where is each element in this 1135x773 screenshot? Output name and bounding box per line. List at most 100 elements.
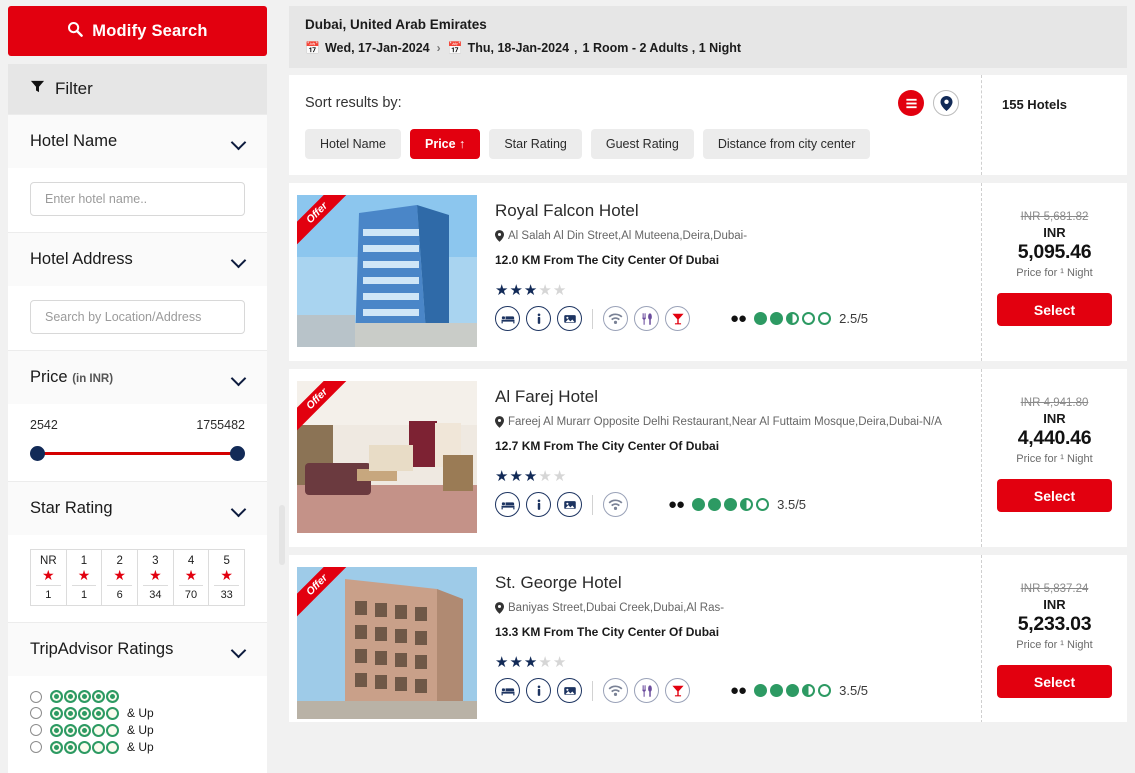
bar-icon[interactable] (665, 306, 690, 331)
photo-icon[interactable] (557, 492, 582, 517)
hotel-card-left: Offer St. George Hotel Baniyas Street,Du… (289, 555, 981, 722)
star-icon: ★ (42, 567, 55, 583)
info-icon[interactable] (526, 492, 551, 517)
photo-icon[interactable] (557, 306, 582, 331)
calendar-icon: 📅 (447, 41, 463, 55)
price-slider-min-handle[interactable] (30, 446, 45, 461)
info-icon[interactable] (526, 678, 551, 703)
select-button[interactable]: Select (997, 479, 1112, 512)
sort-chip-hotelname[interactable]: Hotel Name (305, 129, 401, 159)
hotel-thumbnail[interactable]: Offer (297, 567, 477, 719)
ta-bubble (64, 740, 77, 754)
accordion-price-label: Price (in INR) (30, 368, 113, 387)
accordion-hotel-name[interactable]: Hotel Name (8, 114, 267, 168)
hotel-distance: 12.7 KM From The City Center Of Dubai (495, 439, 720, 453)
star-filter-label: 5 (223, 555, 230, 567)
sort-chip-guestrating[interactable]: Guest Rating (590, 129, 694, 159)
list-view-icon[interactable] (898, 90, 924, 116)
restaurant-icon[interactable] (634, 678, 659, 703)
wifi-icon[interactable] (603, 492, 628, 517)
price-slider-track (36, 452, 239, 455)
sort-controls: Sort results by: Hotel Name Price ↑ Star… (289, 75, 981, 175)
restaurant-icon[interactable] (634, 306, 659, 331)
page-scrollbar[interactable] (275, 0, 289, 722)
date-separator: › (436, 41, 441, 55)
star-rating-grid: NR ★ 1 1 ★ 1 2 ★ 6 3 ★ 34 4 ★ 70 5 ★ 33 (30, 549, 245, 606)
wifi-icon[interactable] (603, 678, 628, 703)
price-min-value: 2542 (30, 418, 58, 432)
hotel-count: 155 Hotels (1002, 97, 1068, 112)
location-pin-icon (495, 416, 504, 431)
select-button[interactable]: Select (997, 665, 1112, 698)
sort-chip-starrating[interactable]: Star Rating (489, 129, 582, 159)
hotel-name[interactable]: Royal Falcon Hotel (495, 201, 971, 221)
hotel-card[interactable]: Offer Al Farej Hotel Fareej Al Murarr Op… (289, 369, 1127, 547)
star-filter-1[interactable]: 1 ★ 1 (67, 550, 103, 605)
sort-chip-distancefromcitycenter[interactable]: Distance from city center (702, 129, 871, 159)
search-icon (67, 21, 84, 42)
ta-bubble-row (50, 740, 119, 754)
hotel-name[interactable]: St. George Hotel (495, 573, 971, 593)
hotel-card[interactable]: Offer St. George Hotel Baniyas Street,Du… (289, 555, 1127, 722)
sort-bar: Sort results by: Hotel Name Price ↑ Star… (289, 75, 1127, 175)
price-slider-max-handle[interactable] (230, 446, 245, 461)
bed-icon[interactable] (495, 492, 520, 517)
ta-bubble (802, 312, 816, 325)
star-filter-NR[interactable]: NR ★ 1 (31, 550, 67, 605)
ta-bubble (770, 684, 784, 697)
ta-bubble (786, 312, 800, 325)
modify-search-button[interactable]: Modify Search (8, 6, 267, 56)
hotel-address-text: Al Salah Al Din Street,Al Muteena,Deira,… (508, 230, 748, 242)
scrollbar-thumb[interactable] (279, 505, 285, 565)
hotel-card-left: Offer Royal Falcon Hotel Al Salah Al Din… (289, 183, 981, 361)
star-icon: ★ (495, 468, 510, 485)
tripadvisor-option-3[interactable]: & Up (30, 723, 245, 737)
sort-chip-price[interactable]: Price ↑ (410, 129, 481, 159)
star-icon: ★ (523, 654, 539, 671)
radio-icon[interactable] (30, 724, 42, 736)
accordion-tripadvisor[interactable]: TripAdvisor Ratings (8, 622, 267, 676)
star-filter-5[interactable]: 5 ★ 33 (209, 550, 244, 605)
hotel-thumbnail[interactable]: Offer (297, 195, 477, 347)
radio-icon[interactable] (30, 707, 42, 719)
calendar-icon: 📅 (305, 41, 320, 55)
map-pin-icon[interactable] (933, 90, 959, 116)
hotel-address-input[interactable] (30, 300, 245, 334)
wifi-icon[interactable] (603, 306, 628, 331)
radio-icon[interactable] (30, 741, 42, 753)
accordion-hotel-address-label: Hotel Address (30, 250, 133, 268)
info-icon[interactable] (526, 306, 551, 331)
hotel-thumbnail[interactable]: Offer (297, 381, 477, 533)
bed-icon[interactable] (495, 678, 520, 703)
star-filter-3[interactable]: 3 ★ 34 (138, 550, 174, 605)
tripadvisor-option-2[interactable]: & Up (30, 740, 245, 754)
ta-bubble (78, 723, 91, 737)
hotel-card-list: Offer Royal Falcon Hotel Al Salah Al Din… (289, 183, 1127, 722)
hotel-name[interactable]: Al Farej Hotel (495, 387, 971, 407)
select-button[interactable]: Select (997, 293, 1112, 326)
ta-bubble (64, 723, 77, 737)
accordion-star-rating[interactable]: Star Rating (8, 481, 267, 535)
hotel-name-input[interactable] (30, 182, 245, 216)
bed-icon[interactable] (495, 306, 520, 331)
star-filter-4[interactable]: 4 ★ 70 (174, 550, 210, 605)
hotel-card[interactable]: Offer Royal Falcon Hotel Al Salah Al Din… (289, 183, 1127, 361)
tripadvisor-rating: ●● 3.5/5 (730, 682, 868, 699)
tripadvisor-option-5[interactable] (30, 690, 245, 703)
photo-icon[interactable] (557, 678, 582, 703)
tripadvisor-rating: ●● 2.5/5 (730, 310, 868, 327)
radio-icon[interactable] (30, 690, 42, 703)
sort-chip-list: Hotel Name Price ↑ Star Rating Guest Rat… (305, 129, 965, 159)
price-slider[interactable] (30, 443, 245, 465)
hotel-price-panel: INR 5,681.82 INR 5,095.46 Price for ¹ Ni… (981, 183, 1127, 361)
check-in-date: Wed, 17-Jan-2024 (324, 41, 430, 55)
star-filter-label: 4 (187, 555, 195, 567)
hotel-exterior-blue-tower (297, 195, 477, 347)
star-filter-2[interactable]: 2 ★ 6 (102, 550, 139, 605)
bar-icon[interactable] (665, 678, 690, 703)
current-price: 5,095.46 (1017, 241, 1092, 263)
ta-bubble (754, 684, 768, 697)
accordion-hotel-address[interactable]: Hotel Address (8, 232, 267, 286)
accordion-price[interactable]: Price (in INR) (8, 350, 267, 404)
tripadvisor-option-4[interactable]: & Up (30, 706, 245, 720)
